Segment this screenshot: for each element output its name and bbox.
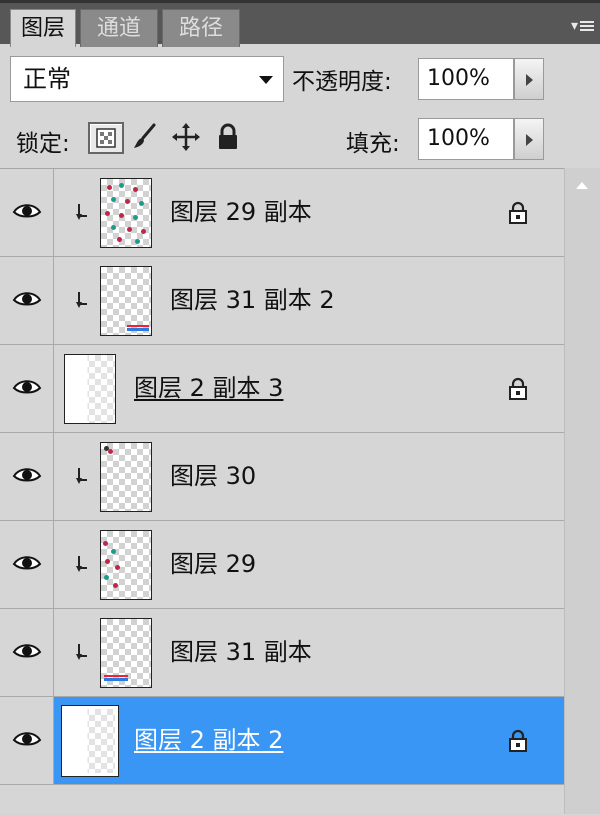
eye-icon [12, 292, 42, 306]
clipping-mask-arrow-icon [76, 556, 87, 572]
visibility-toggle[interactable] [0, 169, 54, 256]
lock-image-pixels-icon [134, 123, 156, 148]
lock-all-icon [219, 123, 237, 149]
lock-all-button[interactable] [214, 122, 244, 154]
layer-thumbnail [64, 354, 116, 424]
eye-icon [12, 204, 42, 218]
lock-transparent-pixels-icon [96, 128, 116, 148]
clipping-mask-arrow-icon [76, 204, 87, 220]
eye-icon [12, 732, 42, 746]
clipping-mask-arrow-icon [76, 468, 87, 484]
eye-icon [12, 468, 42, 482]
layer-name[interactable]: 图层 31 副本 2 [170, 285, 335, 315]
lock-icon [509, 729, 527, 752]
layer-name[interactable]: 图层 29 [170, 549, 256, 579]
visibility-toggle[interactable] [0, 345, 54, 432]
opacity-label: 不透明度: [292, 69, 392, 95]
layer-row-selected[interactable]: 图层 2 副本 2 [0, 697, 564, 785]
layers-scrollbar[interactable] [564, 168, 600, 814]
layer-thumbnail [100, 530, 152, 600]
clipping-mask-arrow-icon [76, 644, 87, 660]
lock-position-icon [172, 123, 200, 151]
fill-label: 填充: [346, 131, 400, 157]
layer-row[interactable]: 图层 31 副本 2 [0, 257, 564, 345]
visibility-toggle[interactable] [0, 257, 54, 344]
opacity-slider-button[interactable] [514, 58, 544, 100]
eye-icon [12, 556, 42, 570]
layer-name[interactable]: 图层 2 副本 3 [134, 373, 283, 403]
layers-list: 图层 29 副本 图层 31 副本 2 图层 2 副本 3 图层 30 图层 2… [0, 168, 564, 815]
visibility-toggle[interactable] [0, 521, 54, 608]
clipping-mask-arrow-icon [76, 292, 87, 308]
visibility-toggle[interactable] [0, 697, 54, 784]
layer-name[interactable]: 图层 29 副本 [170, 197, 312, 227]
menu-lines-icon [580, 19, 594, 33]
tab-channels[interactable]: 通道 [80, 9, 158, 47]
chevron-down-icon [259, 76, 273, 84]
fill-field[interactable]: 100% [418, 118, 514, 160]
visibility-toggle[interactable] [0, 609, 54, 696]
panel-tab-bar: 图层 通道 路径 ▾ [0, 0, 600, 47]
layer-row[interactable]: 图层 29 副本 [0, 169, 564, 257]
eye-icon [12, 644, 42, 658]
layer-thumbnail [100, 266, 152, 336]
panel-menu-button[interactable]: ▾ [564, 13, 594, 39]
fill-slider-button[interactable] [514, 118, 544, 160]
lock-icon [509, 201, 527, 224]
layer-thumbnail [61, 705, 119, 777]
opacity-field[interactable]: 100% [418, 58, 514, 100]
tab-paths[interactable]: 路径 [162, 9, 240, 47]
layer-thumbnail [100, 618, 152, 688]
lock-label: 锁定: [16, 131, 70, 157]
blend-mode-value: 正常 [23, 65, 71, 93]
layer-name[interactable]: 图层 31 副本 [170, 637, 312, 667]
menu-arrow-icon: ▾ [570, 18, 578, 34]
lock-image-pixels-button[interactable] [130, 122, 160, 154]
layer-row[interactable]: 图层 2 副本 3 [0, 345, 564, 433]
layer-thumbnail [100, 442, 152, 512]
lock-transparent-pixels-button[interactable] [88, 122, 124, 154]
lock-position-button[interactable] [170, 122, 204, 154]
layer-row[interactable]: 图层 30 [0, 433, 564, 521]
lock-icon [509, 377, 527, 400]
layer-row[interactable]: 图层 29 [0, 521, 564, 609]
blend-mode-select[interactable]: 正常 [10, 56, 284, 102]
layer-name[interactable]: 图层 30 [170, 461, 256, 491]
tab-layers[interactable]: 图层 [10, 9, 76, 47]
visibility-toggle[interactable] [0, 433, 54, 520]
layer-thumbnail [100, 178, 152, 248]
layer-name[interactable]: 图层 2 副本 2 [134, 725, 283, 755]
scroll-up-arrow-icon[interactable] [576, 182, 588, 189]
eye-icon [12, 380, 42, 394]
layer-row[interactable]: 图层 31 副本 [0, 609, 564, 697]
